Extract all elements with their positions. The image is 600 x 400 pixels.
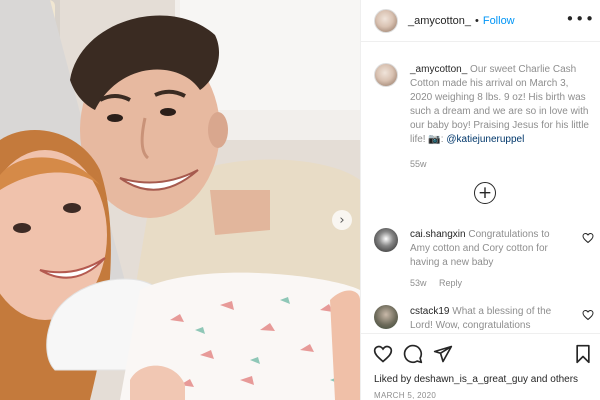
post-caption: _amycotton_ Our sweet Charlie Cash Cotto… xyxy=(374,63,599,171)
bookmark-icon[interactable] xyxy=(573,344,593,364)
post-date[interactable]: MARCH 5, 2020 xyxy=(374,391,436,400)
likes-user[interactable]: deshawn_is_a_great_guy xyxy=(414,374,528,385)
caption-text: Our sweet Charlie Cash Cotton made his a… xyxy=(410,64,589,145)
likes-connector: and xyxy=(530,374,548,385)
reply-button[interactable]: Reply xyxy=(439,278,462,288)
share-icon[interactable] xyxy=(433,344,453,364)
comment-body: cai.shangxin Congratulations to Amy cott… xyxy=(410,228,560,290)
caption-mention[interactable]: @katiejuneruppel xyxy=(446,134,524,145)
likes-prefix: Liked by xyxy=(374,374,412,385)
follow-button[interactable]: Follow xyxy=(483,15,515,27)
heart-icon[interactable] xyxy=(373,344,393,364)
commenter-avatar[interactable] xyxy=(374,305,398,329)
chevron-right-icon: › xyxy=(339,212,345,228)
comment-username[interactable]: cai.shangxin xyxy=(410,229,466,240)
comment-icon[interactable] xyxy=(403,344,423,364)
next-photo-button[interactable]: › xyxy=(332,210,352,230)
comment-username[interactable]: cstack19 xyxy=(410,306,449,317)
caption-avatar[interactable] xyxy=(374,63,398,87)
photo-illustration xyxy=(0,0,360,400)
comment-item: cai.shangxin Congratulations to Amy cott… xyxy=(374,228,594,290)
author-avatar[interactable] xyxy=(374,8,398,33)
instagram-post: › _amycotton_ • Follow ••• _amycotton_ O… xyxy=(0,0,600,400)
likes-others[interactable]: others xyxy=(550,374,578,385)
post-header: _amycotton_ • Follow ••• xyxy=(361,0,600,42)
author-username[interactable]: _amycotton_ xyxy=(408,15,471,27)
comment-body: cstack19 What a blessing of the Lord! Wo… xyxy=(410,305,560,331)
post-photo[interactable]: › xyxy=(0,0,360,400)
caption-timestamp: 55w xyxy=(410,159,427,169)
more-icon[interactable]: ••• xyxy=(565,10,595,28)
post-actions: Liked by deshawn_is_a_great_guy and othe… xyxy=(361,333,600,400)
load-more-comments-button[interactable]: + xyxy=(474,182,496,204)
comment-timestamp: 53w xyxy=(410,278,427,288)
likes-summary: Liked by deshawn_is_a_great_guy and othe… xyxy=(374,374,578,385)
comment-meta: 53w Reply xyxy=(410,276,560,290)
caption-username[interactable]: _amycotton_ xyxy=(410,64,467,75)
comment-like-heart-icon[interactable] xyxy=(582,309,594,321)
add-circle-icon: + xyxy=(477,182,493,203)
comment-item: cstack19 What a blessing of the Lord! Wo… xyxy=(374,305,594,331)
header-separator: • xyxy=(474,14,479,27)
comment-like-heart-icon[interactable] xyxy=(582,232,594,244)
caption-body: _amycotton_ Our sweet Charlie Cash Cotto… xyxy=(410,63,593,171)
post-side-panel: _amycotton_ • Follow ••• _amycotton_ Our… xyxy=(360,0,600,400)
commenter-avatar[interactable] xyxy=(374,228,398,252)
